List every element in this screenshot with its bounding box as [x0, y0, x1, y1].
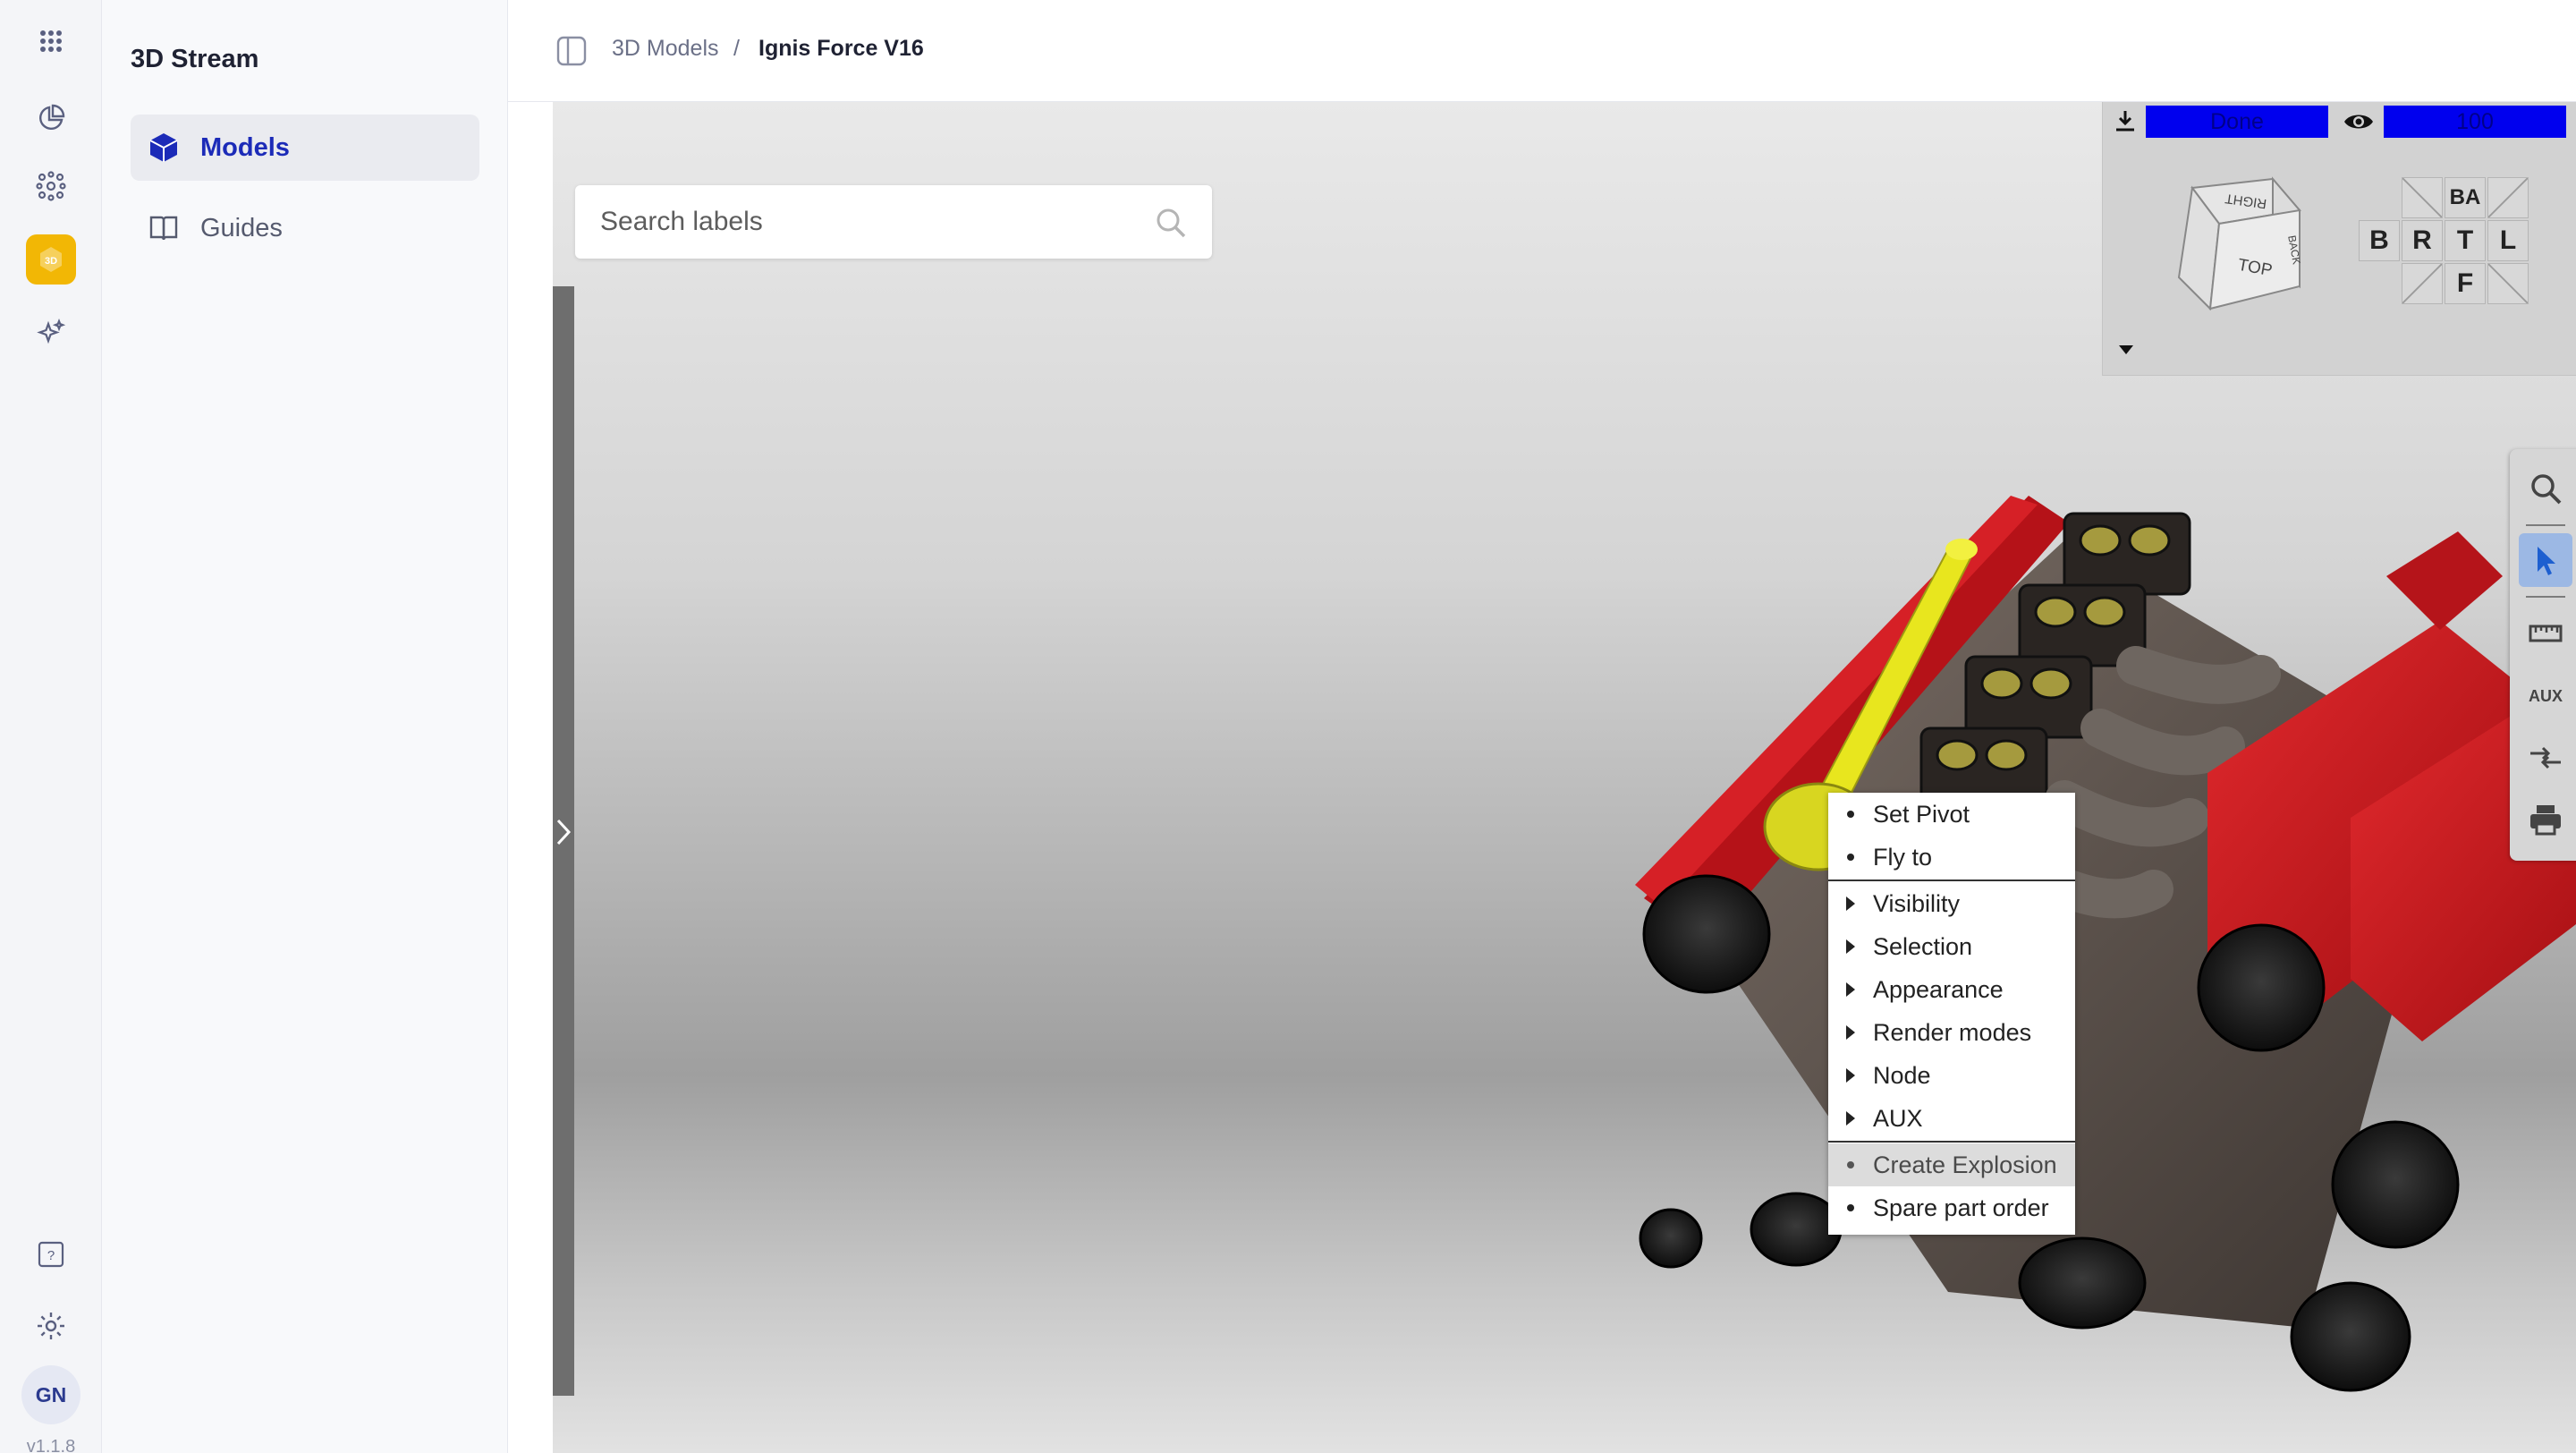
icon-rail: 3D ? GN v1.1.8	[0, 0, 102, 1453]
network-icon[interactable]	[26, 161, 76, 211]
breadcrumb-parent[interactable]: 3D Models	[612, 36, 719, 62]
chevron-right-icon[interactable]	[553, 814, 574, 850]
analytics-icon[interactable]	[26, 93, 76, 143]
pointer-icon[interactable]	[2519, 533, 2572, 587]
view-button-top[interactable]: T	[2445, 220, 2486, 261]
3d-viewer[interactable]: Done 100 RIGHT TOP BACK BA B R T L F	[553, 102, 2576, 1453]
app-version: v1.1.8	[26, 1437, 76, 1453]
search-input[interactable]	[600, 203, 1137, 241]
sidebar: 3D Stream Models Guides	[102, 0, 508, 1453]
menu-item-create-explosion[interactable]: Create Explosion	[1828, 1143, 2075, 1186]
view-corner-button[interactable]	[2487, 263, 2529, 304]
menu-item-label: AUX	[1873, 1104, 1923, 1132]
menu-item-visibility[interactable]: Visibility	[1828, 882, 2075, 925]
breadcrumb-current: Ignis Force V16	[758, 36, 924, 61]
topbar: 3D Models / Ignis Force V16	[508, 0, 2576, 102]
menu-item-selection[interactable]: Selection	[1828, 925, 2075, 968]
view-button-back[interactable]: BA	[2445, 177, 2486, 218]
menu-item-label: Appearance	[1873, 975, 2004, 1003]
menu-item-label: Node	[1873, 1061, 1931, 1089]
menu-item-label: Set Pivot	[1873, 800, 1970, 828]
caret-down-icon[interactable]	[2117, 344, 2135, 356]
sidebar-toggle-icon[interactable]	[555, 34, 589, 68]
aux-label: AUX	[2528, 686, 2563, 705]
menu-item-label: Create Explosion	[1873, 1151, 2057, 1178]
print-icon[interactable]	[2519, 793, 2572, 846]
breadcrumb-separator: /	[733, 36, 740, 61]
3d-icon[interactable]: 3D	[26, 234, 76, 285]
menu-item-aux[interactable]: AUX	[1828, 1097, 2075, 1140]
menu-item-set-pivot[interactable]: Set Pivot	[1828, 793, 2075, 836]
menu-item-label: Selection	[1873, 932, 1973, 960]
app-title: 3D Stream	[131, 45, 259, 73]
search-icon[interactable]	[2519, 462, 2572, 515]
aux-button[interactable]: AUX	[2519, 669, 2572, 723]
sidebar-item-models[interactable]: Models	[131, 115, 479, 181]
view-button-front[interactable]: F	[2445, 263, 2486, 304]
navigation-panel: Done 100 RIGHT TOP BACK BA B R T L F	[2102, 102, 2576, 376]
avatar[interactable]: GN	[21, 1365, 80, 1424]
eye-icon[interactable]	[2343, 109, 2375, 134]
status-bar: Done	[2146, 106, 2328, 138]
menu-item-label: Fly to	[1873, 843, 1933, 871]
menu-item-render-modes[interactable]: Render modes	[1828, 1011, 2075, 1054]
sidebar-item-label: Models	[200, 132, 290, 162]
book-icon	[149, 216, 178, 241]
sidebar-item-guides[interactable]: Guides	[131, 195, 479, 261]
menu-item-label: Render modes	[1873, 1018, 2032, 1046]
svg-text:?: ?	[47, 1248, 55, 1263]
opacity-value[interactable]: 100	[2384, 106, 2566, 138]
view-corner-button[interactable]	[2487, 177, 2529, 218]
search-labels-box	[575, 185, 1212, 259]
compare-icon[interactable]	[2519, 730, 2572, 784]
help-icon[interactable]: ?	[26, 1229, 76, 1279]
view-corner-button[interactable]	[2402, 177, 2443, 218]
view-button-bottom[interactable]: B	[2359, 220, 2400, 261]
view-button-right[interactable]: R	[2402, 220, 2443, 261]
download-icon[interactable]	[2112, 107, 2139, 134]
menu-item-label: Visibility	[1873, 889, 1961, 917]
view-button-left[interactable]: L	[2487, 220, 2529, 261]
cube-icon	[149, 133, 178, 162]
menu-item-node[interactable]: Node	[1828, 1054, 2075, 1097]
menu-item-appearance[interactable]: Appearance	[1828, 968, 2075, 1011]
menu-item-label: Spare part order	[1873, 1194, 2049, 1221]
ruler-icon[interactable]	[2519, 607, 2572, 660]
view-corner-button[interactable]	[2402, 263, 2443, 304]
view-buttons-grid: BA B R T L F	[2355, 177, 2534, 308]
3d-badge-label: 3D	[45, 256, 57, 267]
menu-item-spare-part-order[interactable]: Spare part order	[1828, 1186, 2075, 1229]
menu-item-fly-to[interactable]: Fly to	[1828, 836, 2075, 879]
context-menu: Set Pivot Fly to Visibility Selection Ap…	[1828, 793, 2075, 1235]
right-toolbar: AUX	[2510, 449, 2576, 861]
sidebar-item-label: Guides	[200, 213, 283, 242]
view-cube[interactable]: RIGHT TOP BACK	[2157, 161, 2326, 331]
sparkles-icon[interactable]	[26, 308, 76, 358]
search-icon[interactable]	[1153, 205, 1189, 241]
apps-grid-icon[interactable]	[26, 16, 76, 66]
settings-icon[interactable]	[26, 1301, 76, 1351]
